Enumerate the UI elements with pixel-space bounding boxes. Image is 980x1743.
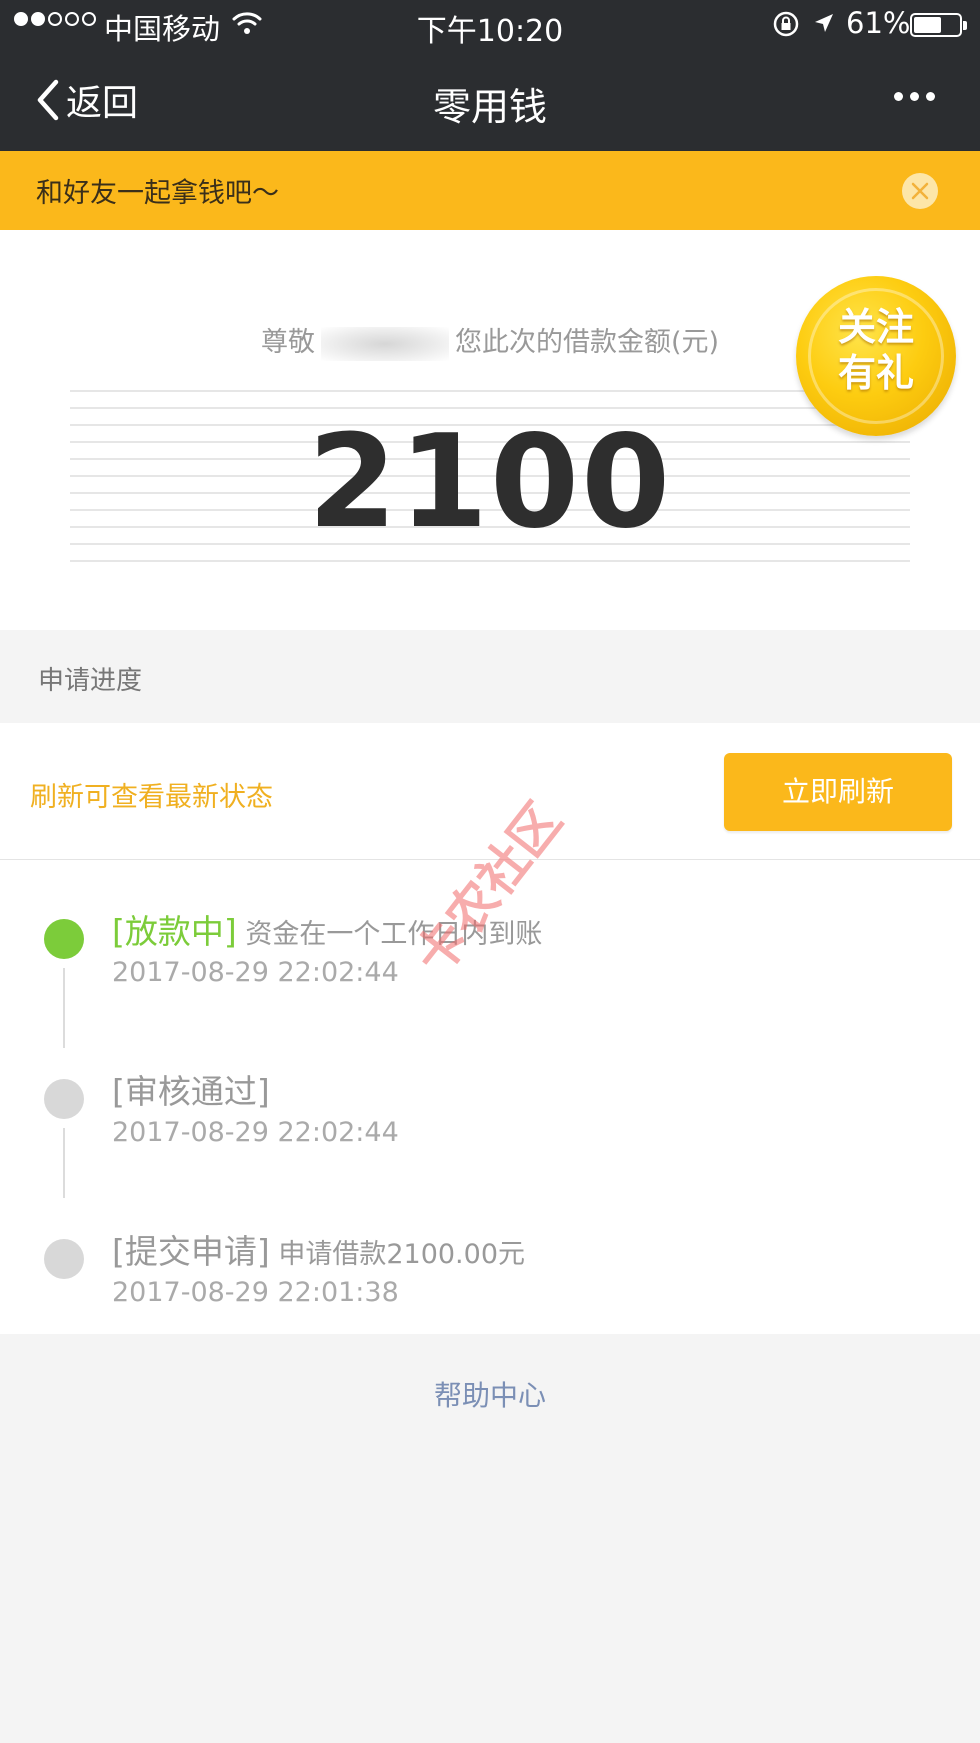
progress-section-header: 申请进度 [0, 630, 980, 723]
greeting-prefix: 尊敬 [260, 327, 315, 358]
timeline-item: [提交申请] 申请借款2100.00元 2017-08-29 22:01:38 [0, 1225, 980, 1345]
badge-label: 关注 有礼 [796, 304, 956, 396]
timeline-detail: 申请借款2100.00元 [278, 1239, 525, 1270]
timeline-head: [放款中] 资金在一个工作日内到账 [112, 905, 542, 953]
timeline-node [44, 1239, 84, 1279]
progress-timeline: [放款中] 资金在一个工作日内到账 2017-08-29 22:02:44 [审… [0, 860, 980, 1334]
close-icon [911, 182, 929, 200]
timeline-status: [提交申请] [112, 1232, 270, 1271]
loan-amount: 2100 [307, 408, 673, 557]
timeline-item: [放款中] 资金在一个工作日内到账 2017-08-29 22:02:44 [0, 905, 980, 1025]
more-dot-icon [894, 91, 903, 101]
progress-section-title: 申请进度 [38, 666, 143, 696]
invite-banner[interactable]: 和好友一起拿钱吧～ [0, 151, 980, 230]
refresh-hint: 刷新可查看最新状态 [30, 782, 273, 813]
timeline-time: 2017-08-29 22:01:38 [112, 1277, 399, 1308]
badge-line1: 关注 [837, 305, 914, 349]
battery-percent: 61% [846, 6, 911, 40]
more-dot-icon [910, 91, 919, 101]
app-page: 中国移动 下午10:20 61% 返回 零用钱 和好友一起拿钱吧～ 尊敬 您此次… [0, 0, 980, 1743]
timeline-head: [提交申请] 申请借款2100.00元 [112, 1225, 525, 1273]
status-bar: 中国移动 下午10:20 61% [0, 0, 980, 50]
help-center-link[interactable]: 帮助中心 [0, 1374, 980, 1414]
follow-gift-badge[interactable]: 关注 有礼 [796, 276, 956, 436]
timeline-head: [审核通过] [112, 1065, 270, 1113]
nav-bar: 返回 零用钱 [0, 50, 980, 151]
timeline-item: [审核通过] 2017-08-29 22:02:44 [0, 1065, 980, 1185]
banner-text: 和好友一起拿钱吧～ [36, 178, 279, 209]
page-title: 零用钱 [432, 85, 547, 129]
timeline-detail: 资金在一个工作日内到账 [245, 919, 543, 950]
location-arrow-icon [815, 14, 833, 32]
battery-fill [914, 17, 941, 33]
timeline-node [44, 1079, 84, 1119]
battery-icon [910, 13, 967, 37]
refresh-button[interactable]: 立即刷新 [724, 753, 952, 831]
timeline-status: [放款中] [112, 912, 237, 951]
timeline-node-active [44, 919, 84, 959]
more-dot-icon [926, 91, 935, 101]
more-menu-button[interactable] [894, 86, 938, 106]
rotation-lock-icon [773, 11, 799, 37]
greeting-suffix: 您此次的借款金额(元) [454, 327, 720, 358]
refresh-row: 刷新可查看最新状态 立即刷新 [0, 723, 980, 860]
battery-nub [963, 21, 967, 30]
badge-line2: 有礼 [837, 351, 914, 395]
redacted-name [320, 326, 449, 361]
timeline-time: 2017-08-29 22:02:44 [112, 1117, 399, 1148]
timeline-time: 2017-08-29 22:02:44 [112, 957, 399, 988]
banner-close-button[interactable] [902, 173, 938, 209]
timeline-status: [审核通过] [112, 1072, 270, 1111]
